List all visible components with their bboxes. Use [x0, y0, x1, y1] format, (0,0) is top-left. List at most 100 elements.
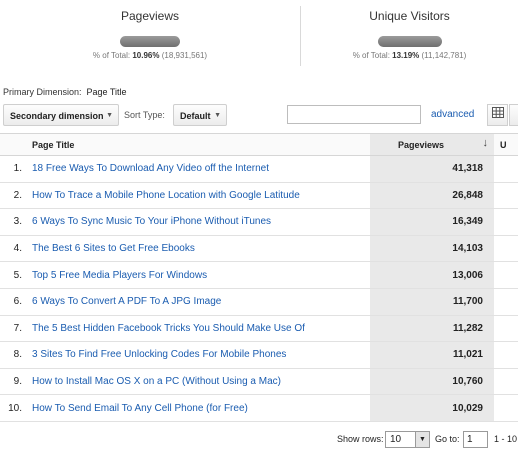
metric-total: % of Total: 10.96% (18,931,561) — [0, 51, 300, 60]
row-title-cell: How to Install Mac OS X on a PC (Without… — [30, 368, 370, 396]
row-pageviews: 26,848 — [370, 182, 494, 210]
row-title-cell: 18 Free Ways To Download Any Video off t… — [30, 155, 370, 183]
table-row: 7. The 5 Best Hidden Facebook Tricks You … — [0, 315, 518, 343]
arrow-down-icon: ↓ — [482, 137, 489, 149]
table-header-row: Page Title Pageviews ↓ U — [0, 133, 518, 156]
row-title-cell: 3 Sites To Find Free Unlocking Codes For… — [30, 341, 370, 369]
page-title-link[interactable]: 3 Sites To Find Free Unlocking Codes For… — [30, 349, 286, 360]
row-pageviews: 11,021 — [370, 341, 494, 369]
advanced-filter-link[interactable]: advanced — [431, 109, 474, 120]
caret-down-icon: ▼ — [214, 112, 221, 119]
page-title-link[interactable]: How To Send Email To Any Cell Phone (for… — [30, 403, 248, 414]
row-title-cell: The 5 Best Hidden Facebook Tricks You Sh… — [30, 315, 370, 343]
row-unique — [494, 261, 518, 289]
row-index: 10. — [0, 394, 30, 422]
row-unique — [494, 182, 518, 210]
pie-view-icon[interactable] — [509, 104, 518, 126]
row-index: 4. — [0, 235, 30, 263]
table-row: 2. How To Trace a Mobile Phone Location w… — [0, 182, 518, 210]
table-row: 1. 18 Free Ways To Download Any Video off… — [0, 155, 518, 183]
metric-total-percent: 10.96% — [132, 51, 160, 60]
row-unique — [494, 155, 518, 183]
metric-label: Unique Visitors — [369, 9, 450, 23]
metric-total: % of Total: 13.19% (11,142,781) — [301, 51, 518, 60]
row-title-cell: 6 Ways To Sync Music To Your iPhone With… — [30, 208, 370, 236]
page-title-link[interactable]: Top 5 Free Media Players For Windows — [30, 270, 207, 281]
sort-type-value: Default — [180, 111, 211, 121]
metric-label: Pageviews — [120, 9, 180, 23]
table-row: 6. 6 Ways To Convert A PDF To A JPG Image… — [0, 288, 518, 316]
data-table: Page Title Pageviews ↓ U 1. 18 Free Ways T… — [0, 133, 518, 422]
goto-input[interactable]: 1 — [463, 431, 488, 448]
row-pageviews: 16,349 — [370, 208, 494, 236]
header-pageviews[interactable]: Pageviews ↓ — [370, 133, 494, 156]
row-unique — [494, 235, 518, 263]
row-title-cell: How To Send Email To Any Cell Phone (for… — [30, 394, 370, 422]
caret-down-icon: ▼ — [106, 112, 113, 119]
page-title-link[interactable]: The 5 Best Hidden Facebook Tricks You Sh… — [30, 323, 305, 334]
table-filter-input[interactable] — [287, 105, 421, 124]
page-title-link[interactable]: 6 Ways To Convert A PDF To A JPG Image — [30, 296, 221, 307]
row-title-cell: The Best 6 Sites to Get Free Ebooks — [30, 235, 370, 263]
metric-pageviews: Pageviews % of Total: 10.96% (18,931,561… — [0, 0, 300, 70]
pagination-footer: Show rows: 10 ▼ Go to: 1 1 - 10 — [0, 431, 518, 451]
show-rows-select[interactable]: 10 ▼ — [385, 431, 430, 448]
row-index: 8. — [0, 341, 30, 369]
table-toolbar: Secondary dimension ▼ Sort Type: Default… — [0, 104, 518, 130]
page-title-link[interactable]: 18 Free Ways To Download Any Video off t… — [30, 163, 269, 174]
show-rows-label: Show rows: — [337, 434, 384, 444]
metric-total-prefix: % of Total: — [92, 51, 133, 60]
show-rows-value: 10 — [390, 434, 402, 445]
row-pageviews: 10,760 — [370, 368, 494, 396]
primary-dimension-value[interactable]: Page Title — [87, 87, 127, 97]
redacted-value — [120, 36, 180, 47]
row-pageviews: 14,103 — [370, 235, 494, 263]
row-index: 1. — [0, 155, 30, 183]
row-pageviews: 11,700 — [370, 288, 494, 316]
header-unique-visitors[interactable]: U — [494, 133, 518, 156]
table-row: 8. 3 Sites To Find Free Unlocking Codes F… — [0, 341, 518, 369]
row-range: 1 - 10 — [494, 434, 518, 444]
row-title-cell: Top 5 Free Media Players For Windows — [30, 261, 370, 289]
row-index: 5. — [0, 261, 30, 289]
primary-dimension: Primary Dimension: Page Title — [3, 87, 127, 97]
metric-unique-visitors: Unique Visitors % of Total: 13.19% (11,1… — [301, 0, 518, 70]
sort-type-dropdown[interactable]: Default ▼ — [173, 104, 227, 126]
row-index: 6. — [0, 288, 30, 316]
row-title-cell: How To Trace a Mobile Phone Location wit… — [30, 182, 370, 210]
metric-total-count: (11,142,781) — [419, 51, 467, 60]
row-pageviews: 10,029 — [370, 394, 494, 422]
table-row: 5. Top 5 Free Media Players For Windows 13… — [0, 261, 518, 289]
row-pageviews: 41,318 — [370, 155, 494, 183]
table-row: 4. The Best 6 Sites to Get Free Ebooks 14,… — [0, 235, 518, 263]
row-unique — [494, 208, 518, 236]
sort-type-label: Sort Type: — [124, 110, 165, 120]
secondary-dimension-dropdown[interactable]: Secondary dimension ▼ — [3, 104, 119, 126]
header-index — [0, 133, 30, 156]
row-pageviews: 13,006 — [370, 261, 494, 289]
header-pageviews-label: Pageviews — [398, 139, 445, 150]
page-title-link[interactable]: The Best 6 Sites to Get Free Ebooks — [30, 243, 195, 254]
row-index: 2. — [0, 182, 30, 210]
row-unique — [494, 394, 518, 422]
table-row: 10. How To Send Email To Any Cell Phone (… — [0, 394, 518, 422]
table-body: 1. 18 Free Ways To Download Any Video off… — [0, 155, 518, 422]
row-index: 3. — [0, 208, 30, 236]
redacted-value — [377, 36, 442, 47]
page-title-link[interactable]: How to Install Mac OS X on a PC (Without… — [30, 376, 281, 387]
goto-label: Go to: — [435, 434, 460, 444]
primary-dimension-label: Primary Dimension: — [3, 87, 82, 97]
row-index: 9. — [0, 368, 30, 396]
row-unique — [494, 288, 518, 316]
row-title-cell: 6 Ways To Convert A PDF To A JPG Image — [30, 288, 370, 316]
header-page-title[interactable]: Page Title — [30, 133, 370, 156]
table-view-icon[interactable] — [487, 104, 508, 126]
caret-down-icon: ▼ — [415, 432, 429, 447]
page-title-link[interactable]: 6 Ways To Sync Music To Your iPhone With… — [30, 216, 271, 227]
secondary-dimension-label: Secondary dimension — [10, 111, 104, 121]
page-title-link[interactable]: How To Trace a Mobile Phone Location wit… — [30, 190, 300, 201]
table-row: 3. 6 Ways To Sync Music To Your iPhone Wi… — [0, 208, 518, 236]
row-index: 7. — [0, 315, 30, 343]
table-row: 9. How to Install Mac OS X on a PC (Witho… — [0, 368, 518, 396]
row-pageviews: 11,282 — [370, 315, 494, 343]
